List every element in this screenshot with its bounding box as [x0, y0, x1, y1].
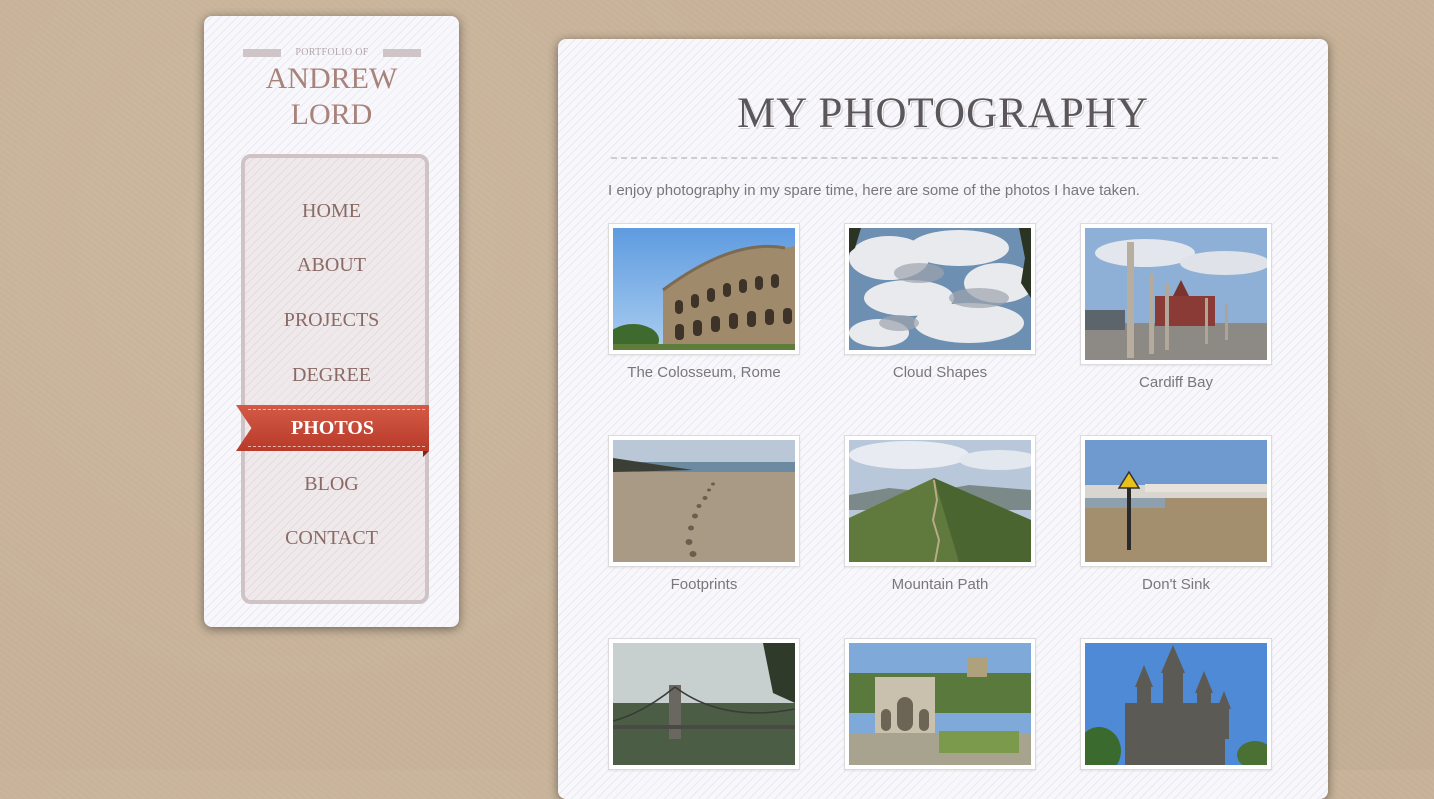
triumphal-arch-photo[interactable]	[849, 643, 1031, 765]
castle-photo[interactable]	[1085, 643, 1267, 765]
photo-card[interactable]: Cardiff Bay	[1080, 223, 1272, 391]
nav-projects[interactable]: PROJECTS	[204, 305, 459, 335]
photo-caption: Footprints	[670, 576, 738, 593]
photo-card[interactable]: Mountain Path	[844, 435, 1036, 593]
photo-caption: The Colosseum, Rome	[627, 364, 781, 381]
photo-card[interactable]: Footprints	[608, 435, 800, 593]
main-panel: MY PHOTOGRAPHY I enjoy photography in my…	[558, 39, 1328, 799]
photo-card[interactable]: Cloud Shapes	[844, 223, 1036, 381]
clouds-photo[interactable]	[849, 228, 1031, 350]
nav-blog[interactable]: BLOG	[204, 469, 459, 499]
portfolio-of-text: PORTFOLIO OF	[295, 47, 369, 58]
photo-caption: Mountain Path	[891, 576, 989, 593]
colosseum-photo[interactable]	[613, 228, 795, 350]
portfolio-of-label: PORTFOLIO OF	[243, 47, 421, 59]
nav-contact[interactable]: CONTACT	[204, 523, 459, 553]
mountain-path-photo[interactable]	[849, 440, 1031, 562]
photo-caption: Cardiff Bay	[1139, 374, 1213, 391]
nav-photos-active[interactable]: PHOTOS	[236, 405, 429, 457]
cardiff-bay-photo[interactable]	[1085, 228, 1267, 360]
nav-degree[interactable]: DEGREE	[204, 360, 459, 390]
photo-card[interactable]: Don't Sink	[1080, 435, 1272, 593]
nav-about[interactable]: ABOUT	[204, 250, 459, 280]
site-name-last[interactable]: LORD	[204, 98, 459, 132]
photo-caption: Don't Sink	[1142, 576, 1210, 593]
photo-card[interactable]	[844, 638, 1036, 770]
photo-card[interactable]	[608, 638, 800, 770]
site-name-first[interactable]: ANDREW	[204, 62, 459, 96]
photo-card[interactable]	[1080, 638, 1272, 770]
photo-caption: Cloud Shapes	[892, 364, 988, 381]
title-divider	[611, 157, 1278, 159]
footprints-beach-photo[interactable]	[613, 440, 795, 562]
nav-home[interactable]: HOME	[204, 196, 459, 226]
nav-photos-label: PHOTOS	[291, 417, 374, 439]
page-title: MY PHOTOGRAPHY	[737, 90, 1149, 137]
photo-card[interactable]: The Colosseum, Rome	[608, 223, 800, 381]
suspension-bridge-photo[interactable]	[613, 643, 795, 765]
sidebar: PORTFOLIO OF ANDREW LORD HOME ABOUT PROJ…	[204, 16, 459, 627]
intro-text: I enjoy photography in my spare time, he…	[608, 182, 1140, 199]
beach-sign-photo[interactable]	[1085, 440, 1267, 562]
